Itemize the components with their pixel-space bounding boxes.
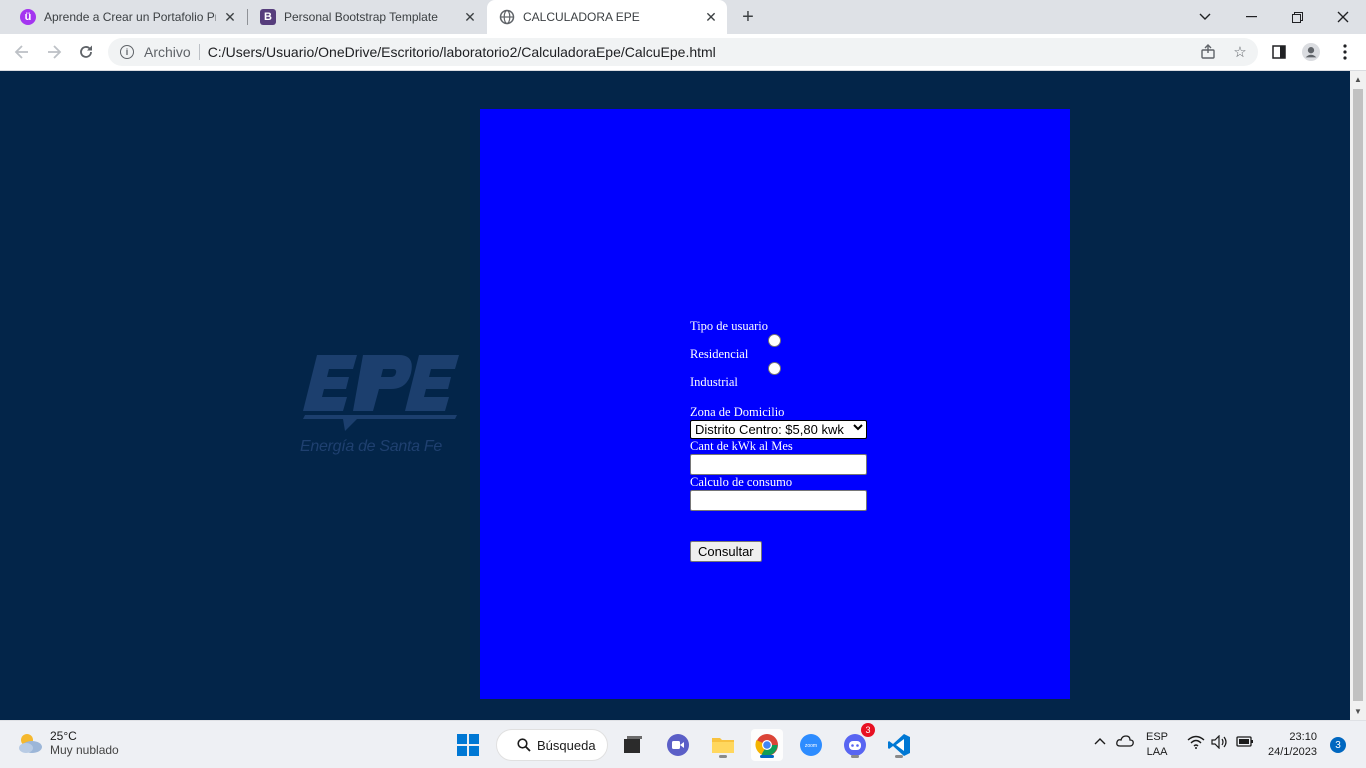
task-view-icon[interactable] (617, 729, 649, 761)
tab-title: CALCULADORA EPE (523, 10, 640, 24)
restore-button[interactable] (1274, 0, 1320, 34)
close-icon[interactable]: ✕ (462, 9, 478, 25)
search-icon (517, 738, 531, 752)
residencial-radio[interactable] (768, 334, 781, 347)
consultar-button[interactable]: Consultar (690, 541, 762, 562)
zona-domicilio-label: Zona de Domicilio (690, 405, 785, 419)
wifi-icon[interactable] (1187, 735, 1205, 754)
scroll-down-icon[interactable]: ▼ (1354, 707, 1362, 716)
discord-badge: 3 (861, 723, 875, 737)
share-icon[interactable] (1199, 43, 1217, 61)
notification-badge[interactable]: 3 (1330, 737, 1346, 753)
side-panel-icon[interactable] (1270, 43, 1288, 61)
folder-icon[interactable] (707, 729, 739, 761)
vscode-icon[interactable] (883, 729, 915, 761)
language-indicator[interactable]: ESP LAA (1146, 730, 1168, 760)
tab-title: Personal Bootstrap Template (284, 10, 438, 24)
chrome-icon[interactable] (751, 729, 783, 761)
clock[interactable]: 23:10 24/1/2023 (1268, 730, 1317, 760)
active-indicator (760, 755, 774, 758)
residencial-label: Residencial (690, 347, 749, 361)
close-window-button[interactable] (1320, 0, 1366, 34)
meet-icon[interactable] (662, 729, 694, 761)
browser-toolbar: i Archivo C:/Users/Usuario/OneDrive/Escr… (0, 34, 1366, 71)
language-line1: ESP (1146, 731, 1169, 743)
chevron-down-icon (853, 423, 863, 434)
profile-avatar-icon[interactable] (1302, 43, 1320, 61)
tab-portafolio[interactable]: ü Aprende a Crear un Portafolio Pr ✕ (8, 0, 246, 34)
calculo-input[interactable] (690, 490, 867, 511)
language-line2: LAA (1146, 746, 1168, 758)
tipo-usuario-label: Tipo de usuario (690, 319, 769, 333)
windows-taskbar: 25°C Muy nublado Búsqueda zoom 3 ESP LAA… (0, 720, 1366, 768)
clock-date: 24/1/2023 (1268, 746, 1317, 758)
tab-search-icon[interactable] (1182, 0, 1228, 34)
menu-kebab-icon[interactable] (1336, 43, 1354, 61)
volume-icon[interactable] (1211, 734, 1229, 754)
weather-temp: 25°C (50, 729, 77, 743)
running-indicator (851, 755, 859, 758)
calculator-panel (480, 109, 1070, 699)
search-label: Búsqueda (537, 737, 596, 753)
zoom-icon[interactable]: zoom (795, 729, 827, 761)
running-indicator (895, 755, 903, 758)
minimize-button[interactable] (1228, 0, 1274, 34)
page-scrollbar[interactable]: ▲ ▼ (1350, 71, 1366, 720)
epe-logo-tagline: Energía de Santa Fe (300, 438, 442, 455)
address-bar[interactable]: i Archivo C:/Users/Usuario/OneDrive/Escr… (108, 38, 1258, 66)
tab-calculadora[interactable]: CALCULADORA EPE ✕ (487, 0, 727, 34)
reload-icon[interactable] (74, 40, 98, 64)
page-viewport: Energía de Santa Fe Tipo de usuario Resi… (0, 71, 1350, 720)
scroll-up-icon[interactable]: ▲ (1354, 75, 1362, 84)
chevron-up-icon[interactable] (1094, 735, 1106, 750)
bootstrap-favicon-icon: B (260, 9, 276, 25)
weather-condition: Muy nublado (50, 743, 119, 757)
globe-icon (499, 9, 515, 25)
discord-icon[interactable]: 3 (839, 723, 875, 761)
cloudy-weather-icon (19, 734, 42, 753)
clock-time: 23:10 (1289, 731, 1317, 743)
zona-selected-value: Distrito Centro: $5,80 kwk (695, 422, 844, 437)
kwh-input[interactable] (690, 454, 867, 475)
close-icon[interactable]: ✕ (703, 9, 719, 25)
weather-widget[interactable]: 25°C Muy nublado (16, 729, 119, 757)
close-icon[interactable]: ✕ (222, 9, 238, 25)
forward-icon[interactable] (42, 40, 66, 64)
scrollbar-thumb[interactable] (1353, 89, 1363, 701)
address-divider (198, 44, 200, 60)
new-tab-button[interactable]: + (736, 5, 760, 29)
svg-text:zoom: zoom (805, 743, 817, 749)
tab-bootstrap[interactable]: B Personal Bootstrap Template ✕ (248, 0, 486, 34)
tab-strip: ü Aprende a Crear un Portafolio Pr ✕ B P… (0, 0, 1366, 34)
taskbar-search[interactable]: Búsqueda (496, 729, 608, 761)
industrial-label: Industrial (690, 375, 738, 389)
info-icon[interactable]: i (120, 45, 134, 59)
onedrive-cloud-icon[interactable] (1116, 735, 1134, 752)
kwh-label: Cant de kWk al Mes (690, 439, 793, 453)
udemy-favicon-icon: ü (20, 9, 36, 25)
battery-icon[interactable] (1236, 735, 1254, 752)
start-icon[interactable] (452, 729, 484, 761)
scheme-label: Archivo (144, 44, 191, 60)
bookmark-star-icon[interactable]: ☆ (1231, 43, 1249, 61)
calculo-label: Calculo de consumo (690, 475, 793, 489)
tab-title: Aprende a Crear un Portafolio Pr (44, 10, 216, 24)
running-indicator (719, 755, 727, 758)
back-icon[interactable] (10, 40, 34, 64)
industrial-radio[interactable] (768, 362, 781, 375)
url-text[interactable]: C:/Users/Usuario/OneDrive/Escritorio/lab… (208, 44, 716, 60)
zona-select[interactable]: Distrito Centro: $5,80 kwk (690, 420, 867, 439)
